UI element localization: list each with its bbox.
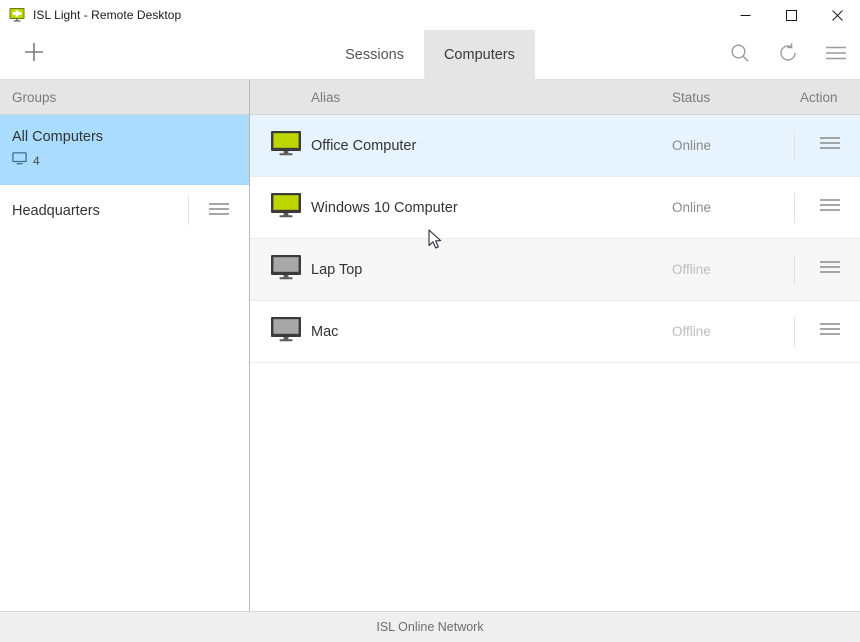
sidebar-item-label: Headquarters <box>12 203 100 219</box>
plus-icon <box>23 41 45 68</box>
row-monitor-icon-cell <box>250 130 311 161</box>
status-bar: ISL Online Network <box>0 611 860 642</box>
row-status: Offline <box>672 262 711 277</box>
group-count-wrap: 4 <box>12 152 237 170</box>
isl-light-monitor-icon <box>9 7 25 23</box>
isl-light-window: ISL Light - Remote Desktop Sessions Comp… <box>0 0 860 642</box>
row-alias: Office Computer <box>311 137 417 154</box>
toolbar-actions <box>716 30 860 80</box>
column-header-status: Status <box>672 89 711 105</box>
row-status: Online <box>672 200 712 215</box>
table-row[interactable]: Office Computer Online <box>250 115 860 177</box>
hamburger-menu-icon <box>207 201 231 222</box>
monitor-icon <box>12 152 27 170</box>
row-alias: Mac <box>311 323 339 340</box>
groups-header: Groups <box>0 80 249 115</box>
sidebar-item-actions <box>188 185 249 237</box>
row-status: Offline <box>672 324 711 339</box>
sidebar-item-label: All Computers <box>12 129 104 145</box>
sidebar-item-headquarters[interactable]: Headquarters <box>0 185 249 237</box>
row-action-cell <box>794 316 860 347</box>
row-menu-button[interactable] <box>818 135 842 156</box>
row-menu-button[interactable] <box>818 321 842 342</box>
window-title: ISL Light - Remote Desktop <box>33 8 182 22</box>
divider <box>794 130 795 161</box>
table-row[interactable]: Windows 10 Computer Online <box>250 177 860 239</box>
search-button[interactable] <box>716 30 764 80</box>
row-alias: Windows 10 Computer <box>311 199 458 216</box>
computers-list: Office Computer Online Windows 10 Comput… <box>250 115 860 611</box>
row-action-cell <box>794 254 860 285</box>
search-icon <box>729 42 751 69</box>
table-row[interactable]: Lap Top Offline <box>250 239 860 301</box>
menu-button[interactable] <box>812 30 860 80</box>
main-toolbar: Sessions Computers <box>0 30 860 80</box>
title-bar: ISL Light - Remote Desktop <box>0 0 860 30</box>
monitor-online-icon <box>270 130 302 161</box>
refresh-button[interactable] <box>764 30 812 80</box>
main-tabs: Sessions Computers <box>325 30 535 80</box>
column-header-action: Action <box>800 89 838 105</box>
refresh-icon <box>777 42 799 69</box>
tab-computers[interactable]: Computers <box>423 30 535 80</box>
computers-panel: Alias Status Action Office Computer Onli… <box>250 80 860 611</box>
column-header-alias: Alias <box>311 89 341 105</box>
tab-sessions[interactable]: Sessions <box>325 30 424 80</box>
row-action-cell <box>794 130 860 161</box>
group-count: 4 <box>33 154 40 168</box>
minimize-button[interactable] <box>722 0 768 30</box>
divider <box>794 254 795 285</box>
row-alias: Lap Top <box>311 261 363 278</box>
monitor-offline-icon <box>270 254 302 285</box>
monitor-offline-icon <box>270 316 302 347</box>
row-status: Online <box>672 138 712 153</box>
divider <box>794 192 795 223</box>
maximize-button[interactable] <box>768 0 814 30</box>
status-bar-text: ISL Online Network <box>376 620 484 634</box>
row-monitor-icon-cell <box>250 254 311 285</box>
row-monitor-icon-cell <box>250 316 311 347</box>
row-menu-button[interactable] <box>818 259 842 280</box>
row-menu-button[interactable] <box>818 197 842 218</box>
list-column-headers: Alias Status Action <box>250 80 860 115</box>
monitor-online-icon <box>270 192 302 223</box>
row-action-cell <box>794 192 860 223</box>
sidebar-item-all-computers[interactable]: All Computers 4 <box>0 115 249 185</box>
row-monitor-icon-cell <box>250 192 311 223</box>
window-body: Groups All Computers 4 Headquarters Alia… <box>0 80 860 611</box>
groups-sidebar: Groups All Computers 4 Headquarters <box>0 80 250 611</box>
close-button[interactable] <box>814 0 860 30</box>
group-menu-button[interactable] <box>189 201 249 222</box>
divider <box>794 316 795 347</box>
hamburger-menu-icon <box>824 42 848 69</box>
table-row[interactable]: Mac Offline <box>250 301 860 363</box>
window-controls <box>722 0 860 30</box>
add-button[interactable] <box>0 30 68 79</box>
